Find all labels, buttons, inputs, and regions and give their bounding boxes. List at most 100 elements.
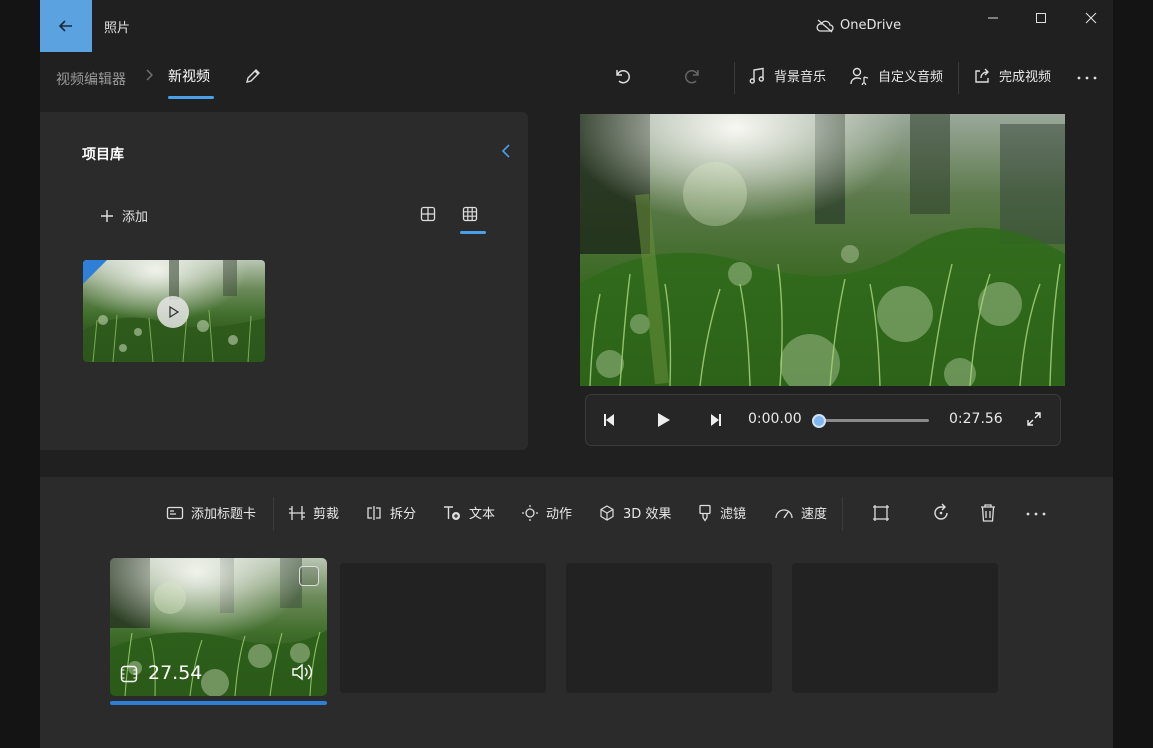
play-button[interactable] [654, 411, 672, 433]
redo-button[interactable] [683, 66, 703, 90]
video-preview[interactable] [580, 114, 1065, 386]
trim-label: 剪裁 [313, 507, 340, 522]
storyboard-divider [273, 497, 274, 531]
breadcrumb-current-project: 新视频 [168, 69, 210, 85]
photos-app-window: 照片 OneDrive 视频编辑器 新视频 背景音乐 自定义音频 完成视频 项目… [40, 0, 1113, 748]
previous-frame-button[interactable] [601, 411, 619, 433]
minimize-icon [988, 17, 998, 19]
music-note-icon [749, 67, 765, 84]
seek-bar[interactable] [819, 419, 929, 422]
close-button[interactable] [1067, 0, 1113, 36]
title-bar: 照片 OneDrive [40, 0, 1113, 52]
minimize-button[interactable] [969, 0, 1017, 36]
storyboard-panel: 添加标题卡 剪裁 拆分 文本 动作 3D 效果 滤镜 速度 27.54 [40, 477, 1113, 748]
finish-video-label: 完成视频 [999, 70, 1052, 85]
close-icon [1085, 12, 1097, 24]
cloud-offline-icon [816, 19, 834, 32]
breadcrumb-video-editor[interactable]: 视频编辑器 [56, 69, 126, 89]
undo-button[interactable] [612, 66, 632, 90]
3d-effects-button[interactable]: 3D 效果 [598, 503, 671, 522]
current-time: 0:00.00 [748, 411, 802, 427]
storyboard-more-button[interactable] [1025, 507, 1047, 521]
rotate-button[interactable] [931, 503, 951, 523]
split-button[interactable]: 拆分 [365, 503, 416, 522]
library-video-thumbnail[interactable] [83, 260, 265, 362]
back-button[interactable] [40, 0, 92, 52]
rename-button[interactable] [244, 67, 262, 89]
grass-video-preview-frame [580, 114, 1065, 386]
split-label: 拆分 [390, 507, 417, 522]
seek-bar-thumb[interactable] [812, 414, 826, 428]
large-thumbnail-view-button[interactable] [420, 206, 436, 226]
next-frame-button[interactable] [706, 411, 724, 433]
arrow-left-icon [58, 20, 72, 32]
pencil-icon [246, 69, 260, 83]
expand-icon [1027, 412, 1041, 426]
speed-button[interactable]: 速度 [774, 503, 827, 522]
added-to-project-marker [83, 260, 107, 284]
step-back-icon [604, 414, 614, 426]
more-options-button[interactable] [1076, 70, 1098, 89]
motion-button[interactable]: 动作 [521, 503, 572, 522]
play-icon [169, 305, 180, 319]
grid-small-icon [462, 206, 478, 222]
storyboard-clip[interactable]: 27.54 [110, 558, 327, 696]
onedrive-status[interactable]: OneDrive [816, 18, 901, 33]
filters-button[interactable]: 滤镜 [697, 503, 746, 522]
background-music-button[interactable]: 背景音乐 [748, 66, 826, 85]
add-media-button[interactable]: 添加 [100, 206, 148, 225]
toolbar-divider [958, 62, 959, 94]
add-title-card-button[interactable]: 添加标题卡 [166, 503, 256, 522]
breadcrumb-chevron-icon [144, 68, 154, 86]
trim-button[interactable]: 剪裁 [288, 503, 339, 522]
text-button[interactable]: 文本 [442, 503, 495, 522]
project-library-title: 项目库 [82, 147, 124, 163]
plus-icon [101, 209, 113, 222]
more-horizontal-icon [1077, 76, 1097, 80]
view-mode-active-indicator [460, 231, 486, 234]
desktop-left-edge [0, 0, 40, 748]
total-duration: 0:27.56 [949, 411, 1003, 427]
3d-effects-label: 3D 效果 [623, 507, 672, 522]
custom-audio-button[interactable]: 自定义音频 [850, 66, 943, 85]
step-forward-icon [711, 414, 721, 426]
trim-icon [289, 505, 305, 520]
undo-icon [616, 70, 630, 84]
redo-icon [685, 70, 699, 84]
delete-button[interactable] [979, 503, 997, 523]
background-music-label: 背景音乐 [774, 70, 827, 85]
clip-duration: 27.54 [148, 662, 203, 684]
text-icon [444, 505, 460, 520]
motion-icon [522, 504, 538, 521]
resize-button[interactable] [871, 503, 891, 523]
person-audio-icon [850, 67, 869, 85]
share-export-icon [975, 68, 989, 83]
custom-audio-label: 自定义音频 [878, 70, 944, 85]
playback-controls: 0:00.00 0:27.56 [585, 394, 1061, 446]
empty-storyboard-slot [792, 563, 998, 693]
app-title: 照片 [104, 21, 131, 36]
speaker-volume-icon[interactable] [290, 662, 314, 682]
clip-select-checkbox[interactable] [299, 566, 319, 586]
maximize-button[interactable] [1017, 0, 1065, 36]
breadcrumb-active-indicator [168, 96, 214, 99]
toolbar-divider [734, 62, 735, 94]
3d-effects-icon [600, 504, 614, 521]
project-library-panel: 项目库 添加 [40, 112, 528, 450]
finish-video-button[interactable]: 完成视频 [973, 66, 1051, 85]
selected-clip-indicator [110, 701, 327, 705]
crop-frame-icon [873, 505, 889, 521]
speedometer-icon [775, 508, 793, 518]
small-thumbnail-view-button[interactable] [462, 206, 478, 226]
motion-label: 动作 [546, 507, 573, 522]
play-preview-button[interactable] [157, 296, 189, 328]
add-title-card-label: 添加标题卡 [191, 507, 257, 522]
fullscreen-button[interactable] [1026, 411, 1042, 431]
empty-storyboard-slot [340, 563, 546, 693]
speed-label: 速度 [801, 507, 828, 522]
filters-label: 滤镜 [720, 507, 747, 522]
clip-duration-frame-icon [120, 665, 138, 683]
split-icon [367, 505, 381, 520]
collapse-library-button[interactable] [500, 142, 512, 164]
empty-storyboard-slot [566, 563, 772, 693]
